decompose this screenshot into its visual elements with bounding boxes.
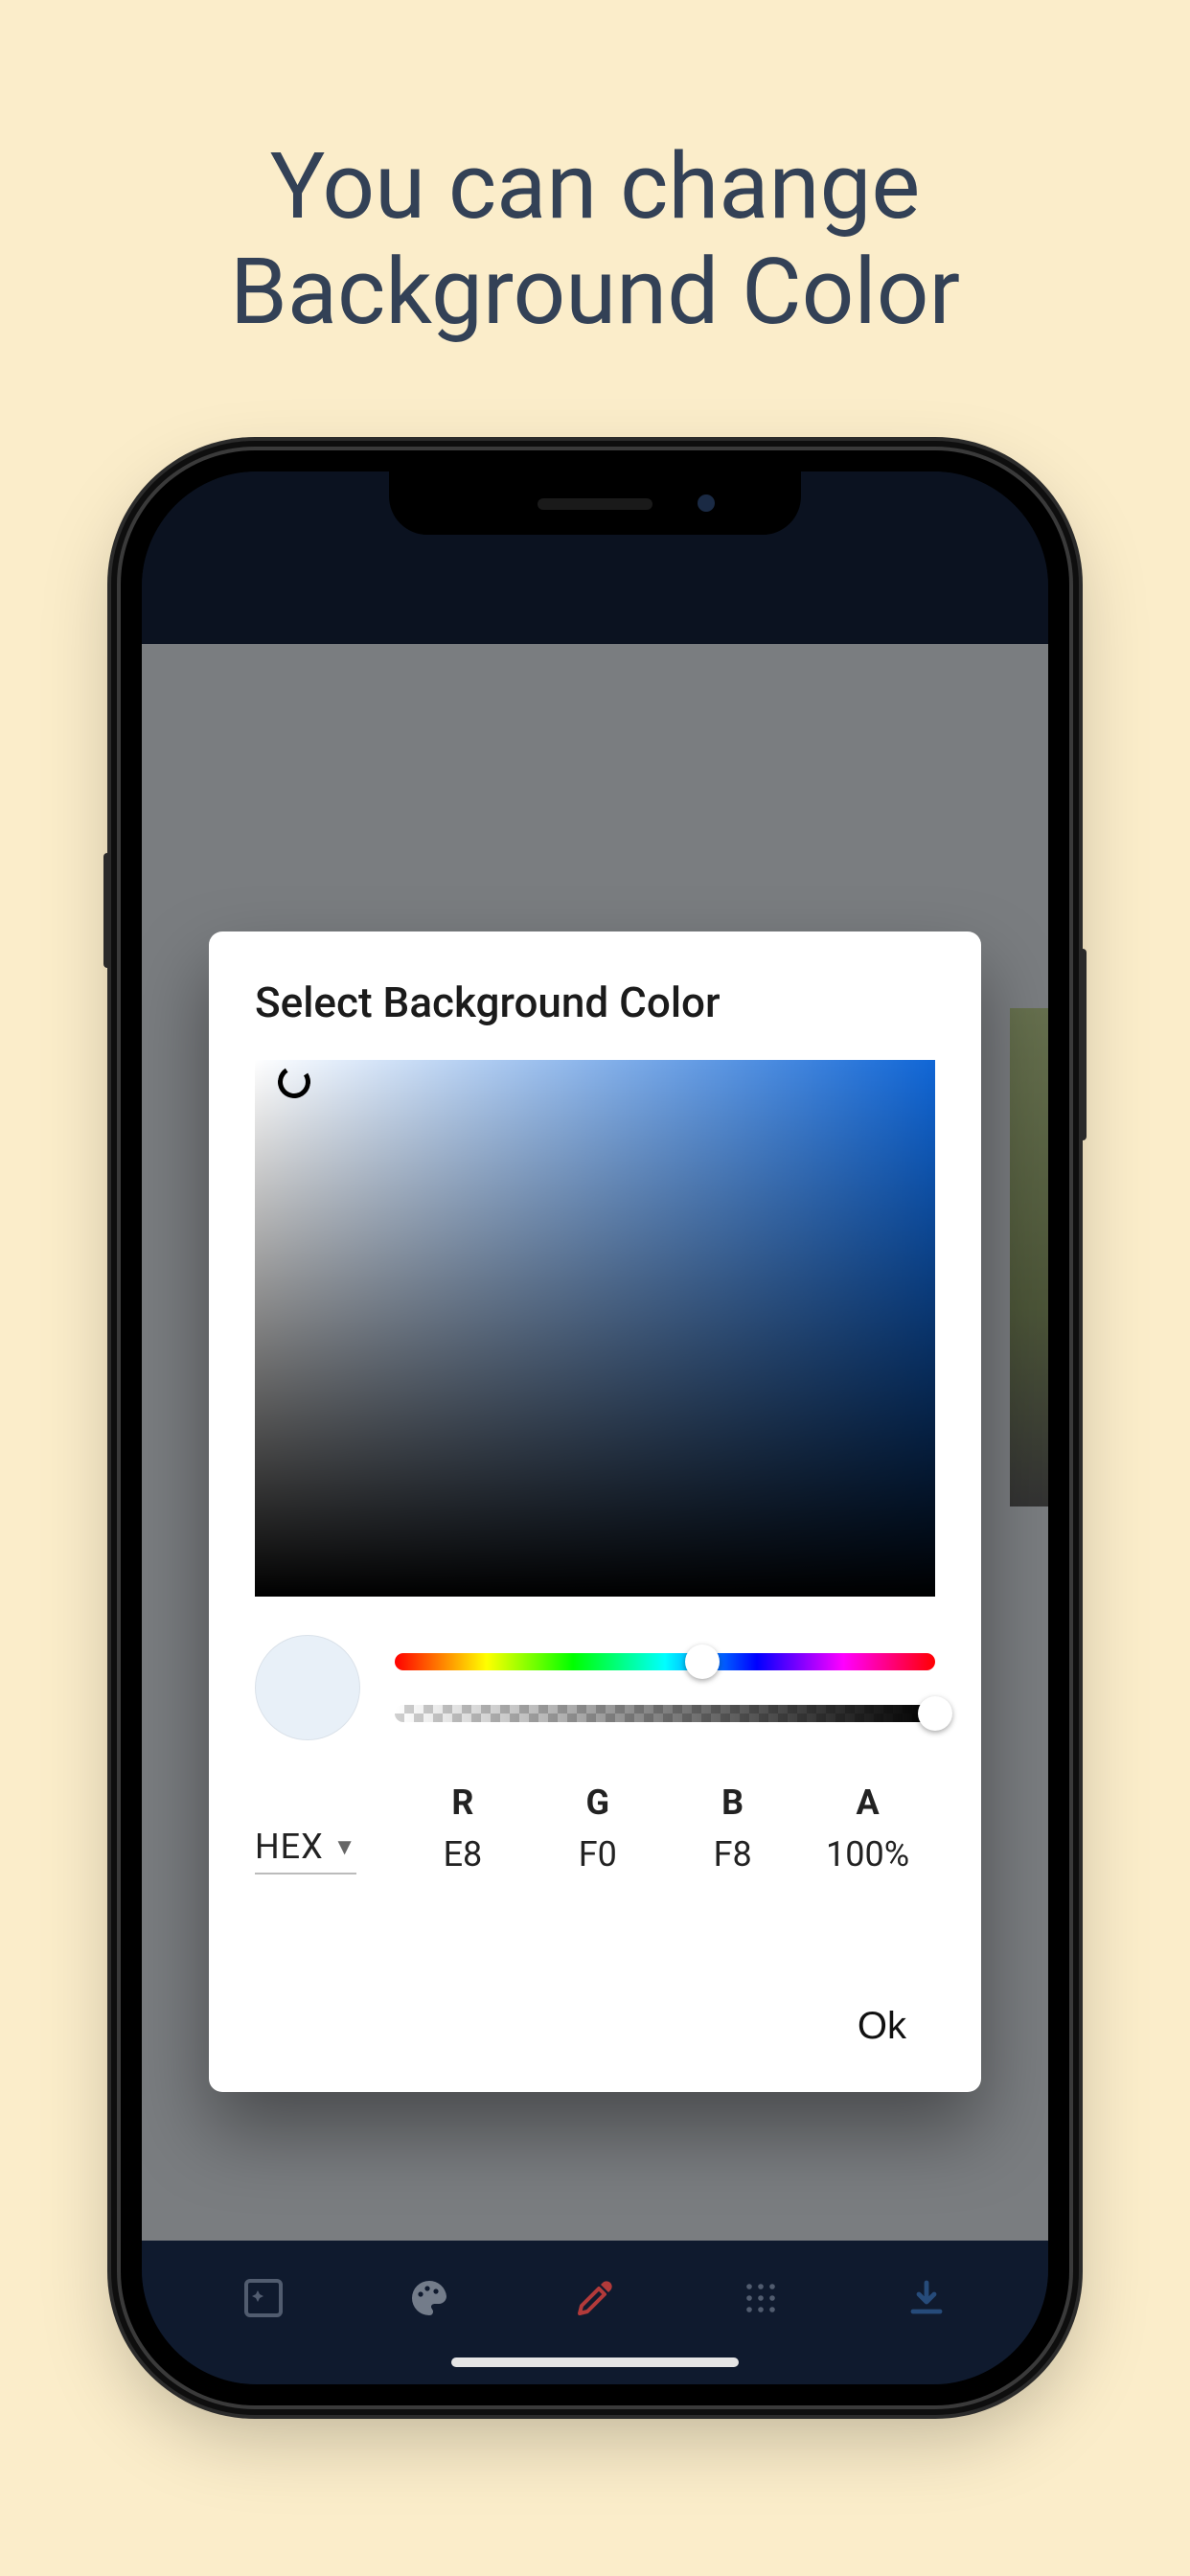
headline-line2: Background Color (230, 239, 960, 346)
download-icon (904, 2275, 950, 2321)
palette-icon (406, 2275, 452, 2321)
tab-effects[interactable] (235, 2269, 292, 2327)
r-value[interactable]: E8 (395, 1834, 530, 1874)
format-label: HEX (255, 1827, 324, 1867)
sv-cursor[interactable] (275, 1063, 313, 1101)
bottom-tabbar (142, 2241, 1048, 2384)
tab-eyedropper[interactable] (566, 2269, 624, 2327)
hue-slider[interactable] (395, 1653, 935, 1670)
rgba-values: R G B A E8 F0 F8 100% (395, 1782, 935, 1874)
phone-notch (389, 472, 801, 535)
phone-screen: Select Background Color (142, 472, 1048, 2384)
g-header: G (530, 1782, 665, 1823)
r-header: R (395, 1782, 530, 1823)
grid-icon (738, 2275, 784, 2321)
promo-headline: You can change Background Color (0, 134, 1190, 346)
saturation-value-panel[interactable] (255, 1060, 935, 1597)
format-select[interactable]: HEX ▼ (255, 1827, 356, 1874)
ok-button[interactable]: Ok (838, 1990, 926, 2063)
app-root: Select Background Color (142, 472, 1048, 2384)
home-indicator[interactable] (451, 2358, 739, 2367)
tab-download[interactable] (898, 2269, 955, 2327)
tab-palette[interactable] (400, 2269, 458, 2327)
color-swatch (255, 1635, 360, 1740)
eyedropper-icon (572, 2275, 618, 2321)
alpha-slider[interactable] (395, 1705, 935, 1722)
headline-line1: You can change (270, 133, 921, 241)
sparkle-image-icon (240, 2275, 286, 2321)
alpha-thumb[interactable] (918, 1696, 952, 1731)
modal-title: Select Background Color (255, 978, 935, 1027)
editor-canvas: Select Background Color (142, 644, 1048, 2241)
phone-frame: Select Background Color (121, 450, 1069, 2405)
b-value[interactable]: F8 (665, 1834, 800, 1874)
b-header: B (665, 1782, 800, 1823)
a-value[interactable]: 100% (800, 1834, 935, 1874)
a-header: A (800, 1782, 935, 1823)
photo-edge (1010, 1008, 1048, 1506)
chevron-down-icon: ▼ (333, 1833, 357, 1861)
tab-grid[interactable] (732, 2269, 790, 2327)
color-picker-modal: Select Background Color (209, 932, 981, 2092)
hue-thumb[interactable] (685, 1644, 720, 1679)
g-value[interactable]: F0 (530, 1834, 665, 1874)
